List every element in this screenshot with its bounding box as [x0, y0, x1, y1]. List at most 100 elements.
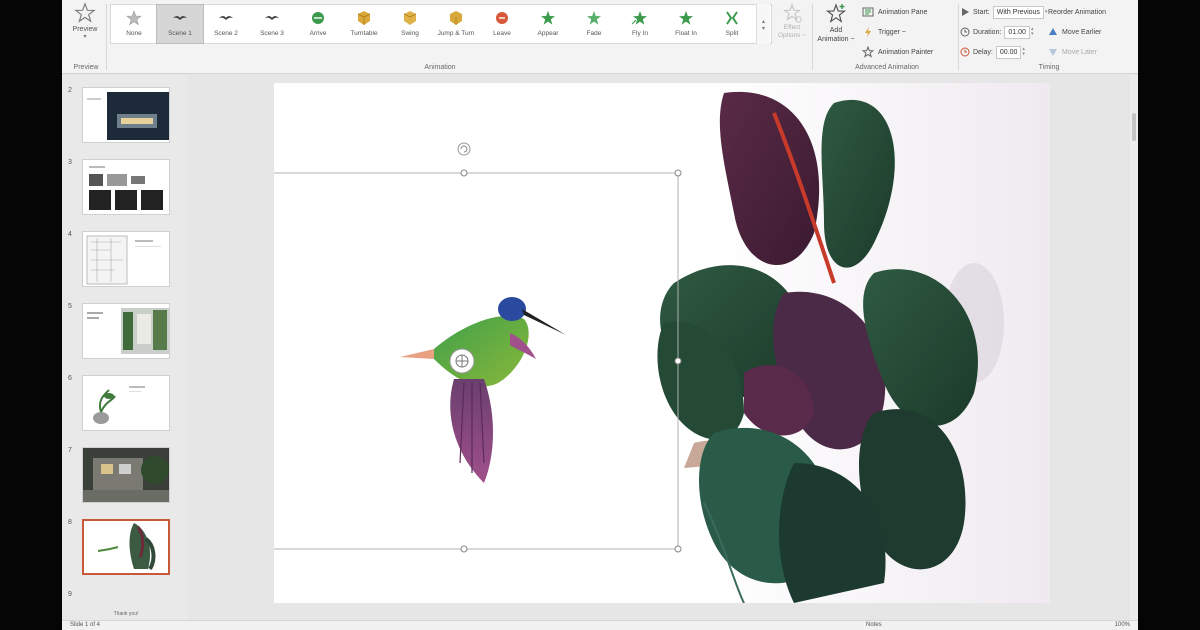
- animation-effect-swing[interactable]: Swing: [387, 5, 433, 43]
- bird-scene-icon: [219, 16, 233, 20]
- slide-thumbnails-pane: 2 3 4 5 6 7 8 9 Thank you!: [62, 75, 188, 620]
- duration-label: Duration:: [973, 28, 1002, 36]
- animation-effect-label: Split: [725, 30, 739, 37]
- animation-effect-label: Arrive: [309, 30, 327, 37]
- add-animation-label-2: Animation ~: [817, 36, 855, 43]
- triangle-down-icon: [1049, 49, 1057, 56]
- trigger-label: Trigger ~: [878, 28, 906, 36]
- animation-effect-label: Fly In: [632, 30, 648, 37]
- animation-effect-label: Swing: [401, 30, 419, 37]
- advanced-animation-group: Animation Pane Trigger ~ Animation Paint…: [862, 2, 958, 62]
- slide-number: 9: [68, 591, 72, 598]
- delay-input[interactable]: 00.00: [995, 45, 1022, 59]
- animation-effect-appear[interactable]: Appear: [525, 5, 571, 43]
- add-animation-star-icon: [825, 3, 847, 23]
- animation-effect-scene-1[interactable]: Scene 1: [156, 4, 204, 44]
- animation-effect-label: Scene 1: [168, 30, 192, 37]
- slide-thumbnail-5[interactable]: [82, 303, 170, 359]
- animation-painter-button[interactable]: Animation Painter: [862, 42, 958, 62]
- animation-effect-label: Turntable: [350, 30, 378, 37]
- appear-icon: [541, 11, 555, 25]
- group-divider: [812, 4, 813, 70]
- slide-editing-area: [194, 75, 1130, 620]
- chevron-down-icon[interactable]: ▾: [68, 33, 102, 40]
- vertical-scrollbar[interactable]: [1130, 75, 1138, 620]
- slide-number: 6: [68, 375, 72, 382]
- animation-pane-label: Animation Pane: [878, 8, 928, 16]
- animation-effect-float-in[interactable]: Float In: [663, 5, 709, 43]
- rotate-handle-icon[interactable]: [457, 142, 471, 156]
- duration-row: Duration: 01.00 ▴ ▾: [960, 22, 1050, 42]
- move-later-button[interactable]: Move Later: [1048, 42, 1138, 62]
- animation-effect-leave[interactable]: Leave: [479, 5, 525, 43]
- animation-effect-fade[interactable]: Fade: [571, 5, 617, 43]
- turntable-icon: [357, 11, 371, 25]
- bird-scene-icon: [173, 16, 187, 20]
- delay-row: Delay: 00.00 ▴ ▾: [960, 42, 1050, 62]
- slide-thumbnail-6[interactable]: [82, 375, 170, 431]
- animation-effect-scene-2[interactable]: Scene 2: [203, 5, 249, 43]
- gallery-more-button[interactable]: ▴ ▾: [756, 4, 770, 44]
- animation-effect-arrive[interactable]: Arrive: [295, 5, 341, 43]
- slide-thumbnail-4[interactable]: [82, 231, 170, 287]
- notes-button[interactable]: Notes: [866, 622, 882, 628]
- group-label-preview: Preview: [73, 64, 99, 71]
- effect-options-icon: [783, 3, 802, 23]
- animation-pane-button[interactable]: Animation Pane: [862, 2, 958, 22]
- animation-effect-jump-turn[interactable]: Jump & Turn: [433, 5, 479, 43]
- start-dropdown[interactable]: With Previous: [992, 5, 1044, 19]
- delay-label: Delay:: [973, 48, 993, 56]
- animation-effect-label: Scene 2: [214, 30, 238, 37]
- thumb-green-facade-image: [83, 304, 169, 358]
- animation-effect-turntable[interactable]: Turntable: [341, 5, 387, 43]
- start-label: Start:: [973, 8, 990, 16]
- animation-pane-icon: [862, 7, 874, 17]
- animation-painter-label: Animation Painter: [878, 48, 934, 56]
- slide-number: 3: [68, 159, 72, 166]
- effect-options-label-2: Options ~: [777, 32, 806, 39]
- animation-effect-none[interactable]: None: [111, 5, 157, 43]
- animation-painter-icon: [862, 46, 874, 58]
- animation-effect-split[interactable]: Split: [709, 5, 755, 43]
- animation-effect-scene-3[interactable]: Scene 3: [249, 5, 295, 43]
- thumb-plant-image: [83, 376, 169, 430]
- bird-scene-icon: [265, 16, 279, 20]
- move-earlier-button[interactable]: Move Earlier: [1048, 22, 1138, 42]
- star-outline-icon: [126, 10, 142, 26]
- animation-effect-label: Fade: [586, 30, 602, 37]
- split-icon: [726, 11, 738, 25]
- animation-effect-fly-in[interactable]: Fly In: [617, 5, 663, 43]
- group-divider: [106, 4, 107, 70]
- add-animation-button[interactable]: Add Animation ~: [816, 0, 856, 44]
- trigger-button[interactable]: Trigger ~: [862, 22, 958, 42]
- animation-effect-label: Appear: [537, 30, 559, 37]
- thumb-tiles-image: [83, 160, 169, 214]
- animation-effect-label: Float In: [675, 30, 697, 37]
- triangle-up-icon: [1049, 28, 1057, 35]
- slide-thumbnail-7[interactable]: [82, 447, 170, 503]
- preview-button[interactable]: Preview ▾: [68, 0, 102, 58]
- preview-label: Preview: [72, 26, 98, 33]
- lightning-icon: [865, 27, 871, 37]
- slide-thumbnail-2[interactable]: [82, 87, 170, 143]
- thumb-hummingbird-image: [84, 521, 168, 573]
- 3d-rotate-handle-icon[interactable]: [449, 348, 475, 374]
- slide-counter: Slide 1 of 4: [70, 622, 101, 628]
- jump-turn-icon: [450, 11, 462, 25]
- effect-options-label-1: Effect: [783, 24, 801, 31]
- current-slide: [274, 83, 1050, 603]
- group-label-timing: Timing: [1038, 64, 1060, 71]
- thumb-floorplan-image: [83, 232, 169, 286]
- animation-effect-label: Scene 3: [260, 30, 284, 37]
- effect-options-button[interactable]: Effect Options ~: [774, 0, 810, 40]
- group-label-animation: Animation: [424, 64, 456, 71]
- duration-input[interactable]: 01.00: [1004, 25, 1030, 39]
- delay-spinner[interactable]: ▴ ▾: [1022, 47, 1025, 57]
- duration-spinner[interactable]: ▴ ▾: [1031, 27, 1034, 37]
- zoom-level[interactable]: 100%: [1115, 622, 1130, 628]
- status-bar: Slide 1 of 4 Notes 100%: [62, 620, 1138, 630]
- slide-thumbnail-8-selected[interactable]: [82, 519, 170, 575]
- scrollbar-thumb[interactable]: [1132, 113, 1136, 141]
- slide-thumbnail-3[interactable]: [82, 159, 170, 215]
- preview-star-icon: [74, 2, 96, 23]
